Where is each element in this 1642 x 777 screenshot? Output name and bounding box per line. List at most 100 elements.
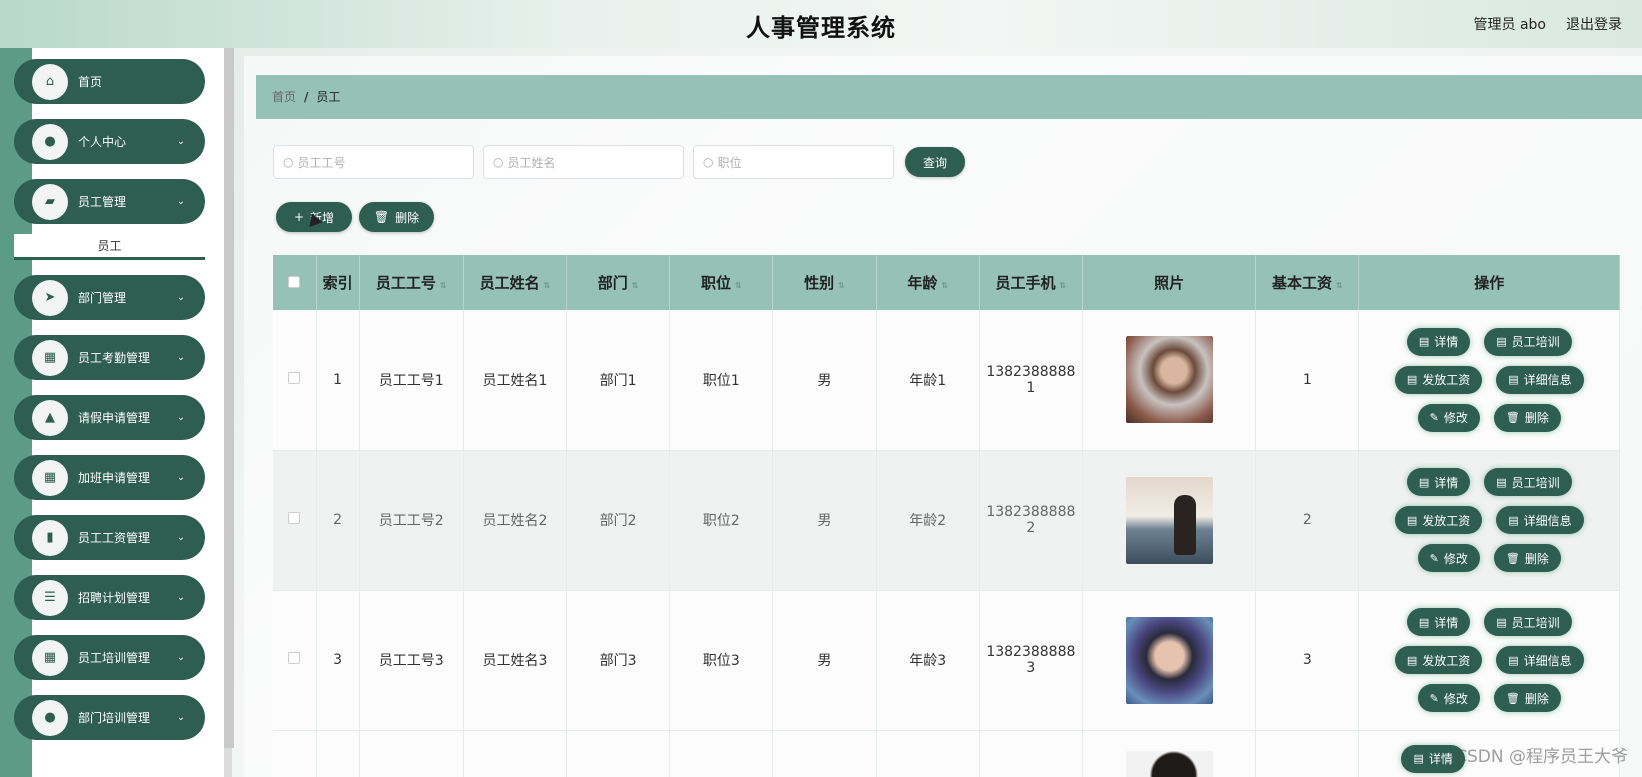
admin-user-label[interactable]: 管理员 abo: [1474, 14, 1546, 34]
document-icon: ▤: [1406, 513, 1418, 527]
sidebar-item[interactable]: ● 个人中心 ⌄: [14, 119, 205, 164]
edit-button[interactable]: ✎ 修改: [1417, 544, 1480, 572]
table-cell: [669, 730, 774, 777]
delete-button[interactable]: 🗑 删除: [359, 202, 434, 232]
column-header[interactable]: 员工工号 ⇅: [359, 255, 464, 310]
row-delete-button[interactable]: 🗑 删除: [1493, 544, 1561, 572]
employee-photo[interactable]: [1125, 750, 1213, 777]
sidebar-item[interactable]: ▮ 员工工资管理 ⌄: [14, 515, 205, 560]
column-header[interactable]: 职位 ⇅: [669, 255, 774, 310]
sort-icon[interactable]: ⇅: [632, 281, 639, 290]
row-checkbox[interactable]: [288, 652, 301, 664]
detail-info-button[interactable]: ▤ 详细信息: [1496, 506, 1584, 534]
chevron-down-icon: ⌄: [176, 592, 185, 603]
detail-info-button[interactable]: ▤ 详细信息: [1496, 365, 1584, 394]
table-cell: [1255, 730, 1360, 777]
action-label: 详情: [1434, 475, 1459, 490]
pay-salary-button[interactable]: ▤ 发放工资: [1394, 646, 1483, 674]
sort-icon[interactable]: ⇅: [1336, 281, 1343, 290]
action-label: 详细信息: [1523, 513, 1572, 528]
pay-salary-button[interactable]: ▤ 发放工资: [1394, 365, 1483, 394]
row-checkbox[interactable]: [288, 371, 301, 384]
trash-icon: 🗑: [1505, 691, 1520, 705]
logout-link[interactable]: 退出登录: [1566, 14, 1622, 34]
sort-icon[interactable]: ⇅: [941, 281, 948, 290]
sidebar-item-label: 员工培训管理: [78, 651, 151, 665]
action-label: 删除: [1524, 551, 1549, 566]
position-search-input[interactable]: ○ 职位: [693, 145, 894, 179]
table-row[interactable]: 2 员工工号2 员工姓名2 部门2 职位2 男年龄2 13823888882 2 ▤ 详情 ▤ 员工培…: [273, 450, 1620, 591]
action-label: 详细信息: [1523, 653, 1572, 668]
edit-button[interactable]: ✎ 修改: [1417, 684, 1480, 712]
column-header[interactable]: 性别 ⇅: [772, 255, 877, 310]
action-label: 详情: [1434, 615, 1459, 630]
sidebar-item[interactable]: ▲ 请假申请管理 ⌄: [14, 395, 205, 440]
row-checkbox[interactable]: [288, 512, 301, 524]
document-icon: ▤: [1508, 513, 1519, 527]
sort-icon[interactable]: ⇅: [735, 281, 742, 290]
table-cell: [876, 730, 980, 777]
column-header[interactable]: 年龄 ⇅: [876, 255, 980, 310]
detail-button[interactable]: ▤ 详情: [1406, 608, 1471, 636]
detail-info-button[interactable]: ▤ 详细信息: [1496, 646, 1584, 674]
emp-name-search-input[interactable]: ○ 员工姓名: [483, 145, 684, 179]
detail-button[interactable]: ▤ 详情: [1406, 468, 1471, 496]
row-delete-button[interactable]: 🗑 删除: [1493, 684, 1561, 712]
sidebar-item[interactable]: ▦ 员工考勤管理 ⌄: [14, 335, 205, 380]
table-row[interactable]: 3 员工工号3 员工姓名3 部门3 职位3 男年龄3 13823888883 3 ▤ 详情 ▤ 员工培…: [273, 590, 1620, 731]
action-label: 详情: [1428, 752, 1453, 766]
table-row[interactable]: ▤ 详情: [273, 730, 1620, 777]
sort-icon[interactable]: ⇅: [440, 281, 447, 290]
sort-icon[interactable]: ⇅: [838, 281, 845, 290]
column-header[interactable]: 基本工资 ⇅: [1255, 255, 1360, 310]
edit-button[interactable]: ✎ 修改: [1417, 403, 1480, 432]
sort-icon[interactable]: ⇅: [544, 281, 551, 290]
sort-icon[interactable]: ⇅: [1060, 281, 1067, 290]
table-row[interactable]: 1 员工工号1 员工姓名1 部门1 职位1 男年龄1 13823888881 1 ▤ 详情 ▤ 员工培…: [273, 310, 1620, 451]
emp-no-cell: 员工工号2: [359, 450, 464, 591]
sidebar-item[interactable]: ⌂ 首页: [14, 59, 205, 104]
training-button[interactable]: ▤ 员工培训: [1484, 327, 1572, 356]
detail-button[interactable]: ▤ 详情: [1406, 327, 1471, 356]
breadcrumb-home[interactable]: 首页: [272, 90, 296, 104]
grid-icon: ▦: [32, 459, 68, 496]
plus-icon: +: [293, 210, 305, 224]
select-all-checkbox[interactable]: [288, 275, 301, 288]
query-button[interactable]: 查询: [905, 147, 965, 177]
age-cell: 年龄2: [876, 450, 980, 591]
column-header[interactable]: 部门 ⇅: [566, 255, 671, 310]
emp-name-cell: 员工姓名1: [463, 310, 568, 451]
sidebar-item[interactable]: ➤ 部门管理 ⌄: [14, 275, 205, 320]
table-cell: [566, 730, 671, 777]
sidebar-item[interactable]: ● 部门培训管理 ⌄: [14, 695, 205, 740]
phone-cell: 13823888882: [979, 450, 1083, 591]
action-label: 删除: [1524, 691, 1549, 706]
document-icon: ▤: [1418, 335, 1430, 349]
gender-cell: 男: [772, 590, 877, 731]
position-placeholder: 职位: [717, 155, 742, 170]
employee-photo[interactable]: [1125, 476, 1213, 564]
emp-name-cell: 员工姓名2: [463, 450, 568, 591]
submenu-item-employee[interactable]: 员工: [14, 234, 205, 260]
row-delete-button[interactable]: 🗑 删除: [1493, 403, 1561, 432]
sidebar-item[interactable]: ▦ 员工培训管理 ⌄: [14, 635, 205, 680]
sidebar-item[interactable]: ▦ 加班申请管理 ⌄: [14, 455, 205, 500]
watermark: CSDN @程序员王大爷: [1455, 747, 1628, 767]
column-header[interactable]: 员工姓名 ⇅: [463, 255, 568, 310]
pay-salary-button[interactable]: ▤ 发放工资: [1394, 506, 1483, 534]
training-button[interactable]: ▤ 员工培训: [1484, 468, 1572, 496]
emp-no-search-input[interactable]: ○ 员工工号: [273, 145, 474, 179]
employee-photo[interactable]: [1125, 616, 1213, 704]
column-header[interactable]: 员工手机 ⇅: [979, 255, 1083, 310]
sidebar-item[interactable]: ☰ 招聘计划管理 ⌄: [14, 575, 205, 620]
action-label: 发放工资: [1422, 373, 1471, 388]
breadcrumb: 首页 / 员工: [256, 75, 1642, 119]
document-icon: ▤: [1418, 475, 1430, 489]
sidebar-scrollbar[interactable]: [224, 48, 234, 748]
document-icon: ▤: [1406, 373, 1418, 387]
employee-photo[interactable]: [1125, 336, 1213, 424]
sidebar-item[interactable]: ▰ 员工管理 ⌄: [14, 179, 205, 224]
training-button[interactable]: ▤ 员工培训: [1484, 608, 1572, 636]
chevron-down-icon: ⌄: [176, 652, 185, 663]
select-all-header[interactable]: [273, 255, 317, 310]
